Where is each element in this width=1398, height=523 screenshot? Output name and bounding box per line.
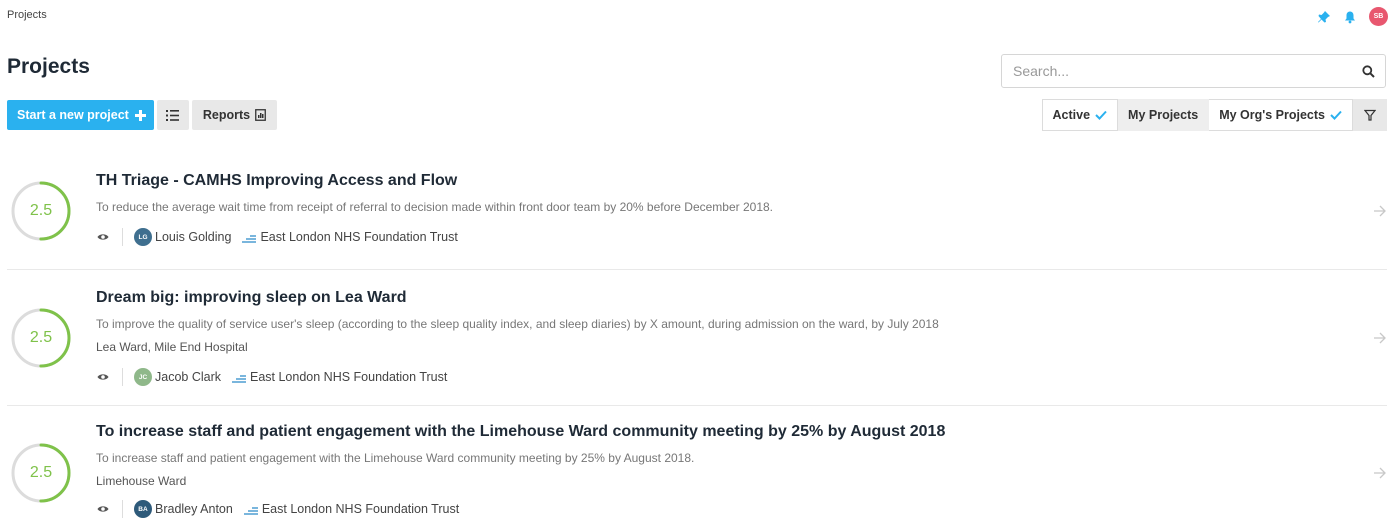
project-description: To improve the quality of service user's… xyxy=(96,317,939,331)
score-value: 2.5 xyxy=(29,202,53,219)
organisation-icon xyxy=(243,504,258,515)
project-content: Dream big: improving sleep on Lea Ward T… xyxy=(96,289,1347,386)
project-content: TH Triage - CAMHS Improving Access and F… xyxy=(96,172,1347,246)
project-meta: LG Louis Golding East London NHS Foundat… xyxy=(96,228,1347,246)
filter-my-org-projects[interactable]: My Org's Projects xyxy=(1209,99,1353,131)
search-icon[interactable] xyxy=(1351,55,1385,87)
eye-icon[interactable] xyxy=(97,371,109,383)
start-new-project-button[interactable]: Start a new project xyxy=(7,100,154,130)
eye-icon[interactable] xyxy=(97,231,109,243)
project-filters: Active My Projects My Org's Projects xyxy=(1041,99,1387,131)
search-input[interactable] xyxy=(1002,55,1351,87)
report-file-icon xyxy=(255,109,266,121)
score-ring: 2.5 xyxy=(11,443,71,503)
divider xyxy=(122,228,123,246)
organisation-name[interactable]: East London NHS Foundation Trust xyxy=(262,502,459,516)
score-ring: 2.5 xyxy=(11,181,71,241)
eye-icon[interactable] xyxy=(97,503,109,515)
score-ring: 2.5 xyxy=(11,308,71,368)
project-item[interactable]: 2.5 To increase staff and patient engage… xyxy=(7,406,1387,523)
toolbar: Start a new project Reports xyxy=(7,100,278,130)
filter-icon xyxy=(1364,109,1376,121)
organisation-name[interactable]: East London NHS Foundation Trust xyxy=(250,370,447,384)
project-location: Lea Ward, Mile End Hospital xyxy=(96,340,248,354)
project-item[interactable]: 2.5 Dream big: improving sleep on Lea Wa… xyxy=(7,270,1387,406)
user-avatar[interactable]: SB xyxy=(1369,7,1388,26)
user-name[interactable]: Louis Golding xyxy=(155,230,231,244)
filter-active-label: Active xyxy=(1052,108,1091,122)
page-title: Projects xyxy=(7,55,90,78)
filter-my-org-label: My Org's Projects xyxy=(1219,108,1325,122)
breadcrumb: Projects xyxy=(7,9,47,21)
check-icon xyxy=(1330,110,1342,120)
top-icons: SB xyxy=(1317,7,1388,26)
filter-toggle-button[interactable] xyxy=(1353,99,1387,131)
project-description: To reduce the average wait time from rec… xyxy=(96,200,774,214)
list-view-button[interactable] xyxy=(156,100,189,130)
filter-active[interactable]: Active xyxy=(1041,99,1119,131)
project-item[interactable]: 2.5 TH Triage - CAMHS Improving Access a… xyxy=(7,134,1387,270)
organisation-icon xyxy=(242,232,257,243)
score-value: 2.5 xyxy=(29,329,53,346)
project-title[interactable]: Dream big: improving sleep on Lea Ward xyxy=(96,289,1347,307)
project-content: To increase staff and patient engagement… xyxy=(96,423,1347,518)
list-icon xyxy=(166,109,180,121)
pin-icon[interactable] xyxy=(1317,10,1331,24)
project-meta: BA Bradley Anton East London NHS Foundat… xyxy=(96,500,1347,518)
top-bar: Projects SB xyxy=(0,0,1398,30)
plus-icon xyxy=(134,109,146,121)
project-title[interactable]: TH Triage - CAMHS Improving Access and F… xyxy=(96,172,1347,190)
bell-icon[interactable] xyxy=(1343,10,1357,24)
start-new-project-label: Start a new project xyxy=(17,108,129,122)
search-box xyxy=(1001,54,1386,88)
project-location: Limehouse Ward xyxy=(96,474,187,488)
arrow-right-icon[interactable] xyxy=(1373,466,1387,480)
reports-label: Reports xyxy=(202,108,251,122)
divider xyxy=(122,368,123,386)
project-title[interactable]: To increase staff and patient engagement… xyxy=(96,423,1347,441)
organisation-icon xyxy=(232,372,246,383)
user-name[interactable]: Jacob Clark xyxy=(155,370,221,384)
filter-my-projects-label: My Projects xyxy=(1128,108,1199,122)
score-value: 2.5 xyxy=(29,464,53,481)
user-avatar: JC xyxy=(134,368,152,386)
divider xyxy=(122,500,123,518)
project-meta: JC Jacob Clark East London NHS Foundatio… xyxy=(96,368,1347,386)
filter-my-projects[interactable]: My Projects xyxy=(1118,99,1210,131)
user-avatar: LG xyxy=(134,228,152,246)
check-icon xyxy=(1095,110,1107,120)
project-description: To increase staff and patient engagement… xyxy=(96,451,695,465)
organisation-name[interactable]: East London NHS Foundation Trust xyxy=(260,230,457,244)
user-avatar: BA xyxy=(134,500,152,518)
project-list: 2.5 TH Triage - CAMHS Improving Access a… xyxy=(7,134,1387,523)
reports-button[interactable]: Reports xyxy=(191,100,278,130)
arrow-right-icon[interactable] xyxy=(1373,204,1387,218)
arrow-right-icon[interactable] xyxy=(1373,331,1387,345)
user-name[interactable]: Bradley Anton xyxy=(155,502,233,516)
